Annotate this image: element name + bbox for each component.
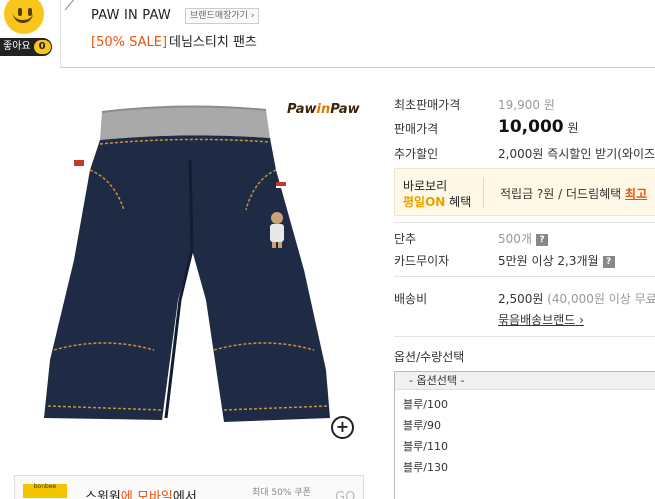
divider	[394, 336, 655, 337]
banner-text: 스윗원에 모바일에서	[85, 490, 197, 499]
divider	[60, 0, 61, 67]
banner-subtext: 최대 50% 쿠폰	[252, 488, 311, 498]
brand-shop-button[interactable]: 브랜드매장가기 ›	[185, 8, 260, 24]
option-item[interactable]: 블루/130	[403, 459, 448, 475]
like-badge[interactable]: 좋아요 0	[0, 0, 52, 56]
like-bar[interactable]: 좋아요 0	[0, 38, 52, 56]
benefit-detail: 적립금 ?원 / 더드림혜택 최고	[500, 187, 648, 201]
card-installment-label: 카드무이자	[394, 254, 450, 268]
benefit-link[interactable]: 최고	[625, 187, 647, 201]
consumer-price-label: 최초판매가격	[394, 98, 461, 112]
denim-pants-image	[44, 105, 330, 422]
unit-value: 500개?	[498, 230, 548, 247]
divider	[394, 222, 655, 223]
option-item[interactable]: 블루/110	[403, 438, 448, 454]
decorative-line	[64, 0, 87, 10]
option-item[interactable]: 블루/100	[403, 396, 448, 412]
banner-go-button[interactable]: GO	[335, 490, 355, 499]
extra-discount-label: 추가할인	[394, 147, 439, 161]
option-title: 옵션/수량선택	[394, 350, 465, 364]
product-image[interactable]	[14, 100, 364, 445]
weekday-benefit: 바로보리 평일ON 혜택	[403, 179, 472, 209]
sale-tag: [50% SALE]	[91, 35, 168, 50]
option-select-list[interactable]: - 옵션선택 - 블루/100 블루/90 블루/110 블루/130	[394, 371, 655, 499]
like-label: 좋아요	[3, 41, 31, 52]
consumer-price: 19,900 원	[498, 98, 555, 112]
brand-logo: PawinPaw	[287, 102, 360, 117]
smiley-like-icon	[4, 0, 44, 34]
sale-price: 10,000 원	[498, 117, 579, 137]
help-icon[interactable]: ?	[602, 256, 615, 268]
option-item[interactable]: 블루/90	[403, 417, 441, 433]
brand-name[interactable]: PAW IN PAW	[91, 8, 171, 23]
product-title: [50% SALE] 데님스티치 팬츠	[91, 31, 257, 50]
zoom-plus-icon[interactable]: +	[331, 416, 354, 439]
product-name: 데님스티치 팬츠	[169, 35, 257, 50]
like-count: 0	[33, 40, 51, 54]
shipping-label: 배송비	[394, 292, 428, 306]
extra-discount-link[interactable]: 2,000원 즉시할인 받기(와이즈	[498, 145, 655, 162]
sale-price-label: 판매가격	[394, 122, 439, 136]
divider	[483, 178, 484, 208]
mobile-coupon-banner[interactable]: bonbee 스윗원에 모바일에서 최대 50% 쿠폰 GO	[14, 475, 364, 499]
header-divider	[60, 67, 655, 68]
help-icon[interactable]: ?	[535, 234, 548, 246]
card-installment-value: 5만원 이상 2,3개월?	[498, 252, 615, 269]
shipping-fee: 2,500원 (40,000원 이상 무료배	[498, 292, 655, 306]
option-placeholder[interactable]: - 옵션선택 -	[395, 372, 655, 390]
bundle-shipping-link[interactable]: 묶음배송브랜드 ›	[498, 311, 584, 328]
divider	[394, 276, 655, 277]
unit-label: 단추	[394, 232, 417, 246]
banner-logo: bonbee	[23, 484, 67, 498]
benefit-box: 바로보리 평일ON 혜택 적립금 ?원 / 더드림혜택 최고	[394, 168, 655, 216]
